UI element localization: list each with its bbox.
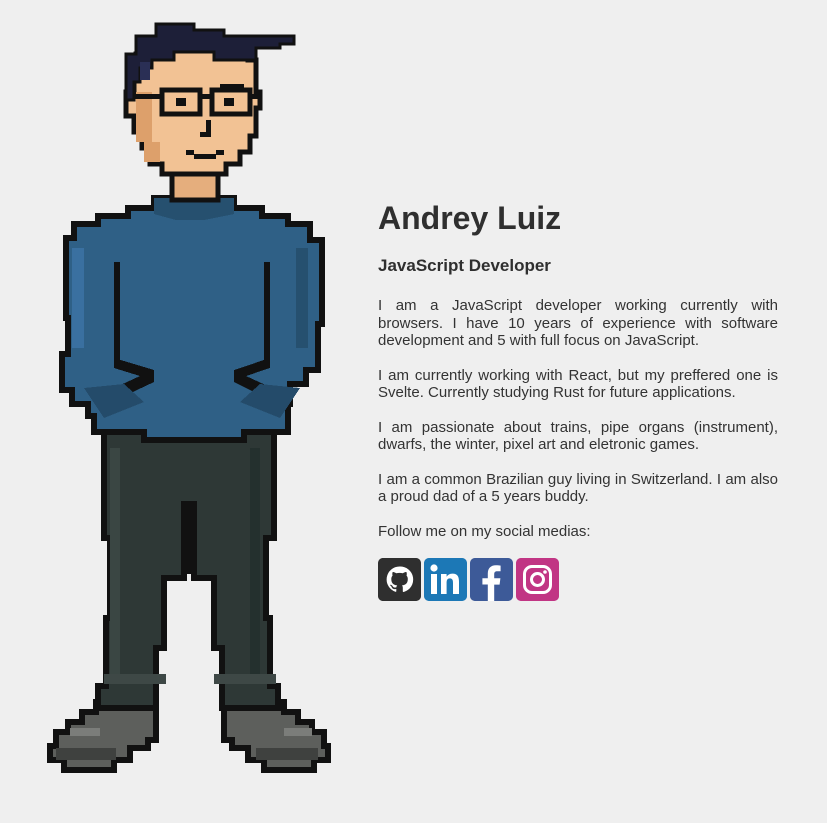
linkedin-icon <box>424 557 467 601</box>
follow-text: Follow me on my social medias: <box>378 522 591 540</box>
github-icon <box>378 557 421 601</box>
bio-paragraph: I am currently working with React, but m… <box>378 366 778 402</box>
linkedin-link[interactable] <box>424 557 467 601</box>
bio-paragraph: I am a common Brazilian guy living in Sw… <box>378 470 778 506</box>
bio-paragraph: I am passionate about trains, pipe organ… <box>378 418 778 454</box>
profile-role: JavaScript Developer <box>378 256 551 275</box>
facebook-icon <box>470 557 513 601</box>
pixel-art-avatar <box>44 18 334 783</box>
bio-paragraph: I am a JavaScript developer working curr… <box>378 297 778 349</box>
instagram-link[interactable] <box>516 557 559 601</box>
profile-name: Andrey Luiz <box>378 200 562 236</box>
profile-section: Andrey Luiz JavaScript Developer I am a … <box>378 199 778 601</box>
instagram-icon <box>516 557 559 601</box>
social-links <box>378 557 778 601</box>
bio: I am a JavaScript developer working curr… <box>378 297 778 506</box>
github-link[interactable] <box>378 557 421 601</box>
facebook-link[interactable] <box>470 557 513 601</box>
